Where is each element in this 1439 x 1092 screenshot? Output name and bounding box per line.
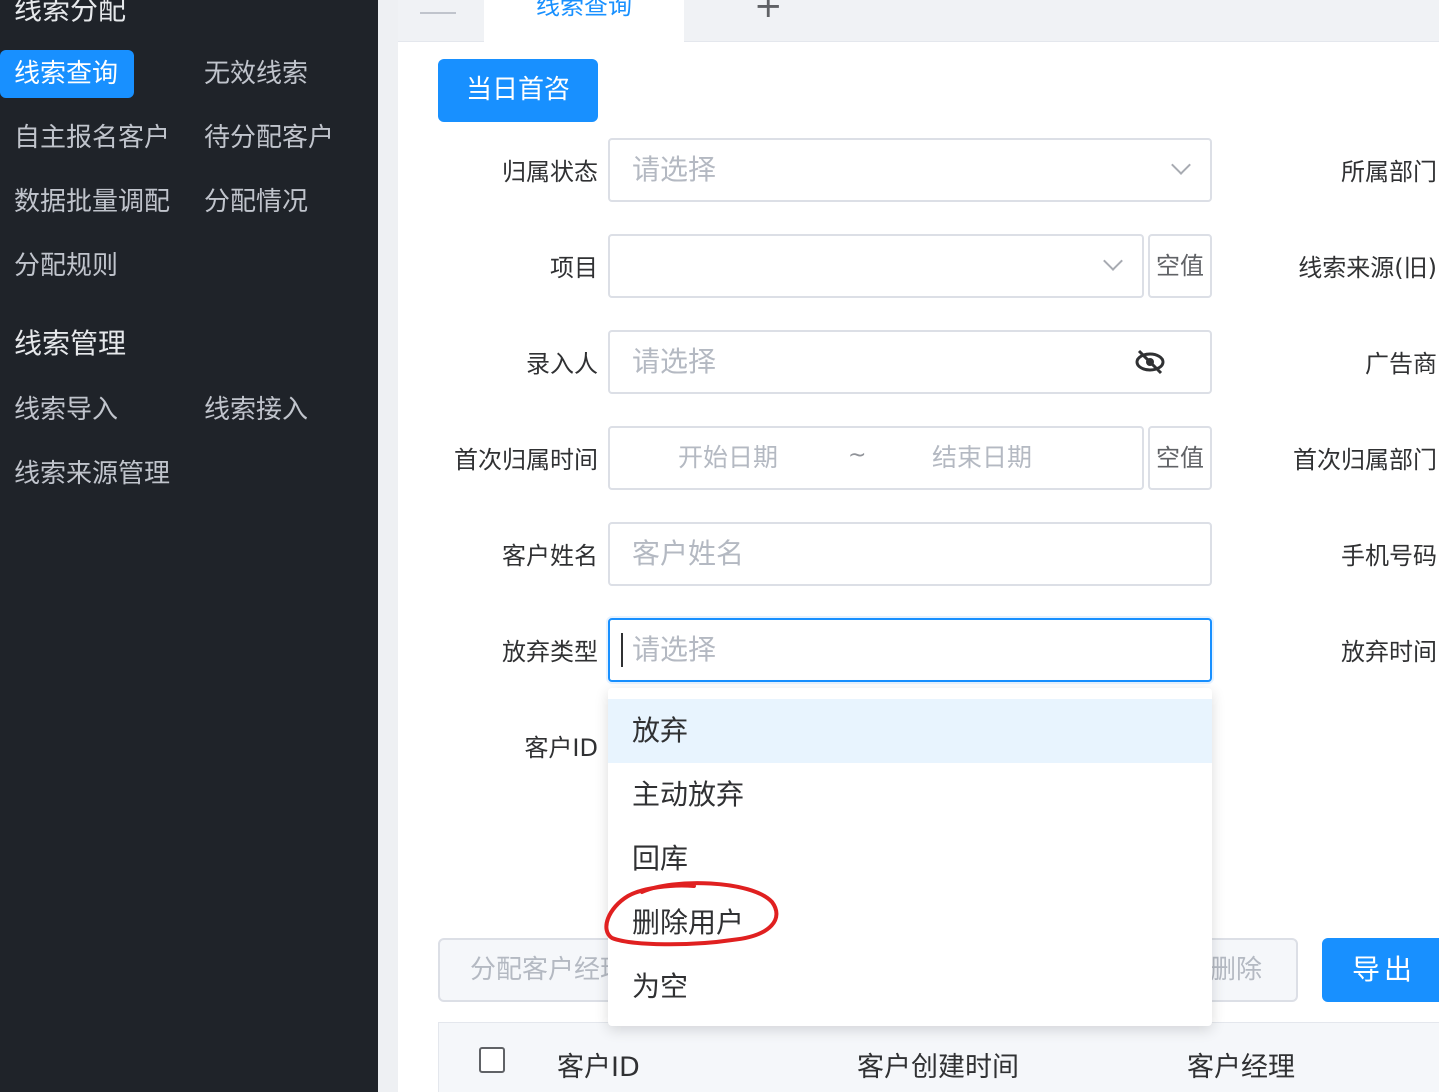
abandon-type-placeholder: 请选择: [632, 633, 717, 666]
section-title-clue-manage: 线索管理: [14, 327, 127, 360]
label-project: 项目: [550, 254, 598, 282]
sidebar-item-pending-assign[interactable]: 待分配客户: [204, 114, 334, 162]
export-button[interactable]: 导出: [1322, 938, 1439, 1002]
project-null-button[interactable]: 空值: [1148, 234, 1212, 298]
sidebar-item-assign-rules[interactable]: 分配规则: [14, 242, 118, 290]
label-abandon-time: 放弃时间: [1341, 638, 1437, 666]
label-abandon-type: 放弃类型: [502, 638, 598, 666]
text-caret: [621, 633, 623, 667]
customer-name-placeholder: 客户姓名: [632, 537, 745, 570]
status-placeholder: 请选择: [632, 153, 717, 186]
label-customer-name: 客户姓名: [502, 542, 598, 570]
end-date-input[interactable]: 结束日期: [932, 428, 1032, 488]
sidebar-item-clue-import[interactable]: 线索导入: [14, 386, 118, 434]
chevron-down-icon: [1171, 155, 1191, 175]
project-select[interactable]: [608, 234, 1144, 298]
sidebar-item-assign-status[interactable]: 分配情况: [204, 178, 308, 226]
label-customer-id: 客户ID: [524, 734, 598, 762]
eye-hidden-icon[interactable]: [1134, 348, 1166, 376]
sidebar-item-clue-access[interactable]: 线索接入: [204, 386, 308, 434]
sidebar-item-source-manage[interactable]: 线索来源管理: [14, 450, 170, 498]
sidebar-item-invalid-clues[interactable]: 无效线索: [204, 50, 308, 98]
abandon-type-select[interactable]: 请选择: [608, 618, 1212, 682]
label-department: 所属部门: [1341, 158, 1437, 186]
chevron-down-icon: [1103, 251, 1123, 271]
date-separator: ~: [848, 443, 867, 468]
customer-name-input[interactable]: 客户姓名: [608, 522, 1212, 586]
red-annotation-circle: [604, 881, 779, 947]
label-phone: 手机号码: [1341, 542, 1437, 570]
sidebar-item-batch-transfer[interactable]: 数据批量调配: [14, 178, 170, 226]
option-empty[interactable]: 为空: [608, 955, 1212, 1019]
label-advertiser: 广告商: [1365, 350, 1437, 378]
column-header-manager[interactable]: 客户经理: [1187, 1045, 1295, 1084]
option-abandon[interactable]: 放弃: [608, 699, 1212, 763]
label-entry-person: 录入人: [526, 350, 598, 378]
option-active-abandon[interactable]: 主动放弃: [608, 763, 1212, 827]
date-range-picker[interactable]: 开始日期 ~ 结束日期: [608, 426, 1144, 490]
today-first-inquiry-button[interactable]: 当日首咨: [438, 59, 598, 122]
abandon-type-dropdown: 放弃 主动放弃 回库 删除用户 为空: [608, 688, 1212, 1026]
layout-gap: [378, 0, 398, 1092]
start-date-input[interactable]: 开始日期: [678, 428, 778, 488]
label-clue-source-old: 线索来源(旧): [1298, 254, 1437, 282]
tab-clue-query[interactable]: 线索查询: [484, 0, 684, 42]
sidebar-item-clue-query[interactable]: 线索查询: [0, 50, 134, 98]
date-null-button[interactable]: 空值: [1148, 426, 1212, 490]
entry-person-placeholder: 请选择: [632, 345, 717, 378]
menu-toggle-icon[interactable]: [420, 0, 456, 14]
column-header-customer-id[interactable]: 客户ID: [557, 1045, 640, 1084]
section-title-clue-assign: 线索分配: [14, 0, 127, 26]
column-header-created-time[interactable]: 客户创建时间: [857, 1045, 1019, 1084]
sidebar-item-self-registered[interactable]: 自主报名客户: [14, 114, 170, 162]
select-all-checkbox[interactable]: [479, 1047, 505, 1073]
table-header: 客户ID 客户创建时间 客户经理: [438, 1022, 1439, 1092]
label-status: 归属状态: [502, 158, 598, 186]
status-select[interactable]: 请选择: [608, 138, 1212, 202]
entry-person-select[interactable]: 请选择: [608, 330, 1212, 394]
sidebar: 线索分配 线索查询 无效线索 自主报名客户 待分配客户 数据批量调配 分配情况 …: [0, 0, 378, 1092]
tab-bar: 线索查询 +: [398, 0, 1439, 42]
add-tab-icon[interactable]: +: [754, 0, 783, 26]
label-first-assign-dept: 首次归属部门: [1293, 446, 1437, 474]
label-first-assign-time: 首次归属时间: [454, 446, 598, 474]
